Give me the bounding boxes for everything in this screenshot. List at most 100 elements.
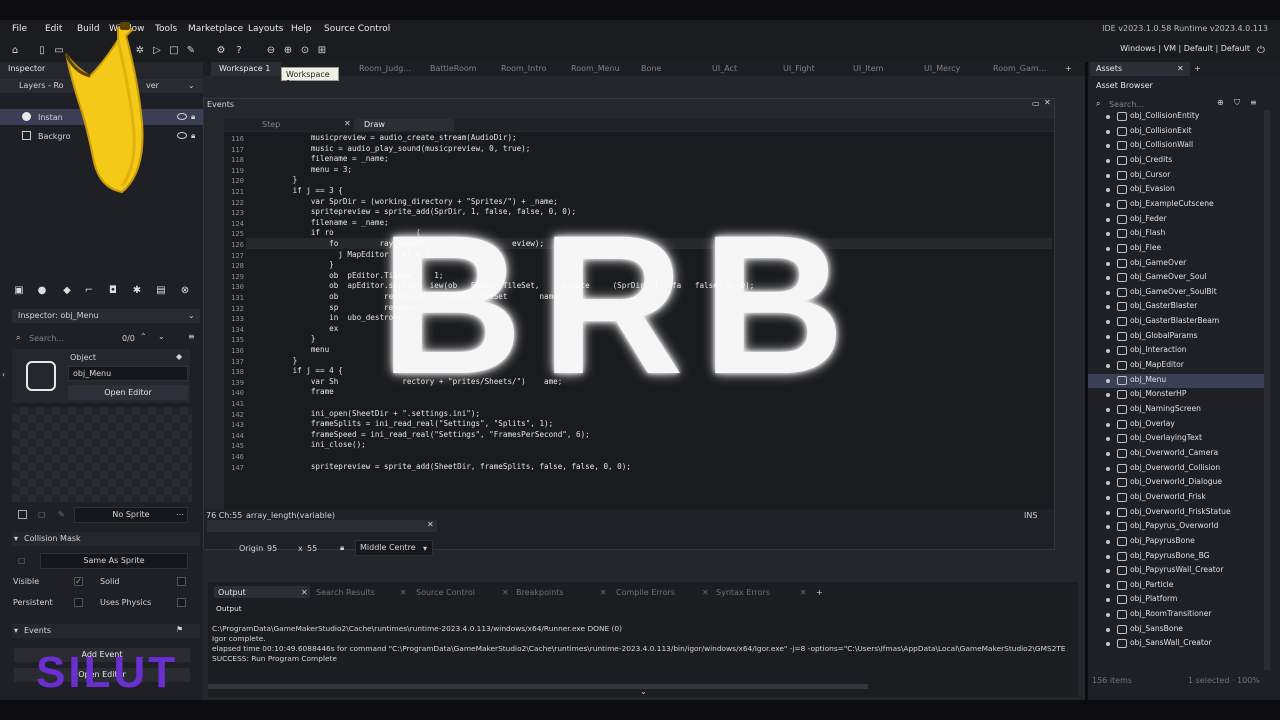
target-icon[interactable]: ⊕ — [1217, 98, 1224, 107]
uses-physics-checkbox[interactable] — [177, 598, 186, 607]
image-icon[interactable]: ▣ — [12, 284, 26, 298]
menu-tools[interactable]: Tools — [155, 24, 177, 34]
output-tab[interactable]: Output — [218, 588, 246, 597]
asset-item[interactable]: obj_MonsterHP — [1088, 388, 1268, 402]
menu-marketplace[interactable]: Marketplace — [188, 24, 243, 34]
add-tab-icon[interactable]: + — [1194, 64, 1201, 73]
events-header[interactable]: ▾ Events ⚑ — [12, 624, 200, 638]
delete-icon[interactable]: ⊗ — [178, 284, 192, 298]
maximize-icon[interactable]: ▭ — [1032, 99, 1040, 108]
code-line[interactable]: } — [256, 356, 298, 365]
solid-checkbox[interactable] — [177, 577, 186, 586]
close-icon[interactable]: ✕ — [301, 588, 308, 597]
asset-item[interactable]: obj_PapyrusWall_Creator — [1088, 564, 1268, 578]
caret-down-icon[interactable]: ▾ — [423, 544, 427, 553]
menu-icon[interactable]: ≡ — [1250, 98, 1257, 107]
breakpoints-tab[interactable]: Breakpoints — [516, 588, 564, 597]
code-line[interactable]: } — [256, 175, 298, 184]
eye-icon[interactable] — [177, 132, 187, 139]
close-icon[interactable]: ✕ — [702, 588, 709, 597]
asset-item[interactable]: obj_Interaction — [1088, 344, 1268, 358]
code-line[interactable]: spritepreview = sprite_add(SheetDir, fra… — [256, 462, 631, 471]
code-line[interactable]: music = audio_play_sound(musicpreview, 0… — [256, 144, 530, 153]
menu-help[interactable]: Help — [291, 24, 312, 34]
eye-icon[interactable] — [177, 113, 187, 120]
close-icon[interactable]: ✕ — [1044, 98, 1051, 107]
close-icon[interactable]: ✕ — [600, 588, 607, 597]
inspector-search-input[interactable]: Search... — [29, 334, 64, 343]
close-icon[interactable]: ✕ — [400, 588, 407, 597]
asset-item[interactable]: obj_Overlay — [1088, 418, 1268, 432]
menu-file[interactable]: File — [12, 24, 27, 34]
close-icon[interactable]: ✕ — [800, 588, 807, 597]
asset-item[interactable]: obj_Overworld_Collision — [1088, 462, 1268, 476]
asset-item[interactable]: obj_GasterBlasterBeam — [1088, 315, 1268, 329]
chevron-down-icon[interactable]: ⌄ — [188, 311, 195, 320]
menu-layouts[interactable]: Layouts — [248, 24, 283, 34]
code-line[interactable]: frameSpeed = ini_read_real("Settings", "… — [256, 430, 590, 439]
tile-icon[interactable]: ▤ — [154, 284, 168, 298]
asset-item[interactable]: obj_SansBone — [1088, 623, 1268, 637]
asset-item[interactable]: obj_CollisionEntity — [1088, 110, 1268, 124]
room-tab[interactable]: Room_Menu — [571, 64, 620, 73]
code-line[interactable]: } — [256, 260, 334, 269]
code-line[interactable]: frameSplits = ini_read_real("Settings", … — [256, 419, 553, 428]
path-icon[interactable]: ⌐ — [82, 284, 96, 298]
settings-icon[interactable]: ⚙ — [214, 44, 228, 57]
code-line[interactable]: if j == 3 { — [256, 186, 343, 195]
code-line[interactable]: } — [256, 334, 316, 343]
zoom-in-icon[interactable]: ⊕ — [281, 44, 295, 57]
room-tab[interactable]: Room_Gam... — [993, 64, 1046, 73]
code-line[interactable]: musicpreview = audio_create_stream(Audio… — [256, 133, 517, 142]
code-line[interactable]: ini_close(); — [256, 440, 366, 449]
menu-source-control[interactable]: Source Control — [324, 24, 390, 34]
code-line[interactable]: menu = 3; — [256, 165, 352, 174]
asset-item[interactable]: obj_Overworld_Dialogue — [1088, 476, 1268, 490]
asset-item[interactable]: obj_NamingScreen — [1088, 403, 1268, 417]
chevron-up-icon[interactable]: ⌃ — [140, 332, 147, 341]
event-tab-step[interactable]: Step — [262, 120, 280, 129]
more-icon[interactable]: ⋯ — [176, 510, 184, 519]
lock-icon[interactable]: 🔒︎ — [191, 112, 195, 122]
syntax-errors-tab[interactable]: Syntax Errors — [716, 588, 770, 597]
asset-item[interactable]: obj_Particle — [1088, 579, 1268, 593]
inspector-tab[interactable]: Inspector — [8, 64, 45, 73]
asset-item[interactable]: obj_Menu — [1088, 373, 1268, 388]
code-line[interactable]: filename = _name; — [256, 218, 389, 227]
asset-item[interactable]: obj_MapEditor — [1088, 359, 1268, 373]
effect-icon[interactable]: ✱ — [130, 284, 144, 298]
asset-item[interactable]: obj_Flash — [1088, 227, 1268, 241]
assets-tab[interactable]: Assets — [1096, 64, 1122, 73]
asset-item[interactable]: obj_SansWall_Creator — [1088, 637, 1268, 651]
tag-icon[interactable]: ◆ — [176, 352, 182, 361]
workspace-tab[interactable]: Workspace 1 — [219, 64, 270, 73]
menu-icon[interactable]: ≡ — [188, 332, 195, 341]
room-tab[interactable]: Room_Intro — [501, 64, 546, 73]
asset-item[interactable]: obj_PapyrusBone — [1088, 535, 1268, 549]
asset-item[interactable]: obj_CollisionExit — [1088, 125, 1268, 139]
asset-item[interactable]: obj_Credits — [1088, 154, 1268, 168]
sprite-select[interactable]: No Sprite — [74, 507, 188, 523]
origin-x-value[interactable]: 95 — [267, 544, 277, 553]
room-tab[interactable]: Bone — [641, 64, 661, 73]
diamond-icon[interactable]: ◆ — [60, 284, 74, 298]
visible-checkbox[interactable]: ✓ — [74, 577, 83, 586]
asset-item[interactable]: obj_RoomTransitioner — [1088, 608, 1268, 622]
close-icon[interactable]: ✕ — [344, 119, 351, 128]
close-icon[interactable]: ✕ — [1177, 64, 1184, 73]
compile-errors-tab[interactable]: Compile Errors — [616, 588, 675, 597]
object-name-field[interactable]: obj_Menu — [68, 366, 188, 381]
zoom-reset-icon[interactable]: ⊙ — [298, 44, 312, 57]
asset-item[interactable]: obj_Platform — [1088, 593, 1268, 607]
collision-mask-header[interactable]: ▾ Collision Mask — [12, 532, 200, 546]
event-tab-draw[interactable]: Draw — [364, 120, 385, 129]
asset-item[interactable]: obj_CollisionWall — [1088, 139, 1268, 153]
room-tab[interactable]: BattleRoom — [430, 64, 477, 73]
asset-icon[interactable]: ◘ — [106, 284, 120, 298]
add-tab-icon[interactable]: + — [1065, 64, 1072, 73]
asset-item[interactable]: obj_GasterBlaster — [1088, 300, 1268, 314]
asset-item[interactable]: obj_PapyrusBone_BG — [1088, 550, 1268, 564]
zoom-out-icon[interactable]: ⊖ — [264, 44, 278, 57]
edit-sprite-icon[interactable]: ✎ — [58, 510, 65, 519]
chevron-down-icon[interactable]: ⌄ — [188, 81, 195, 90]
